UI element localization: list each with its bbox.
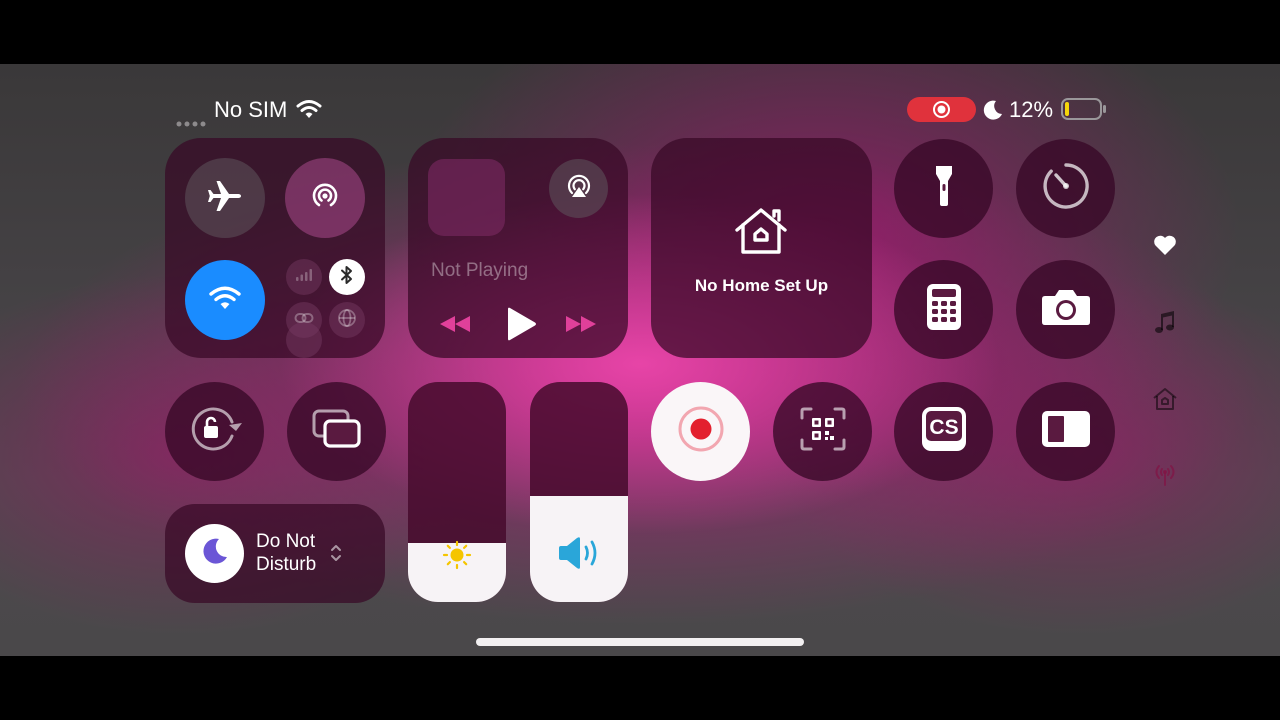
calculator-icon <box>926 283 962 336</box>
battery-percentage: 12% <box>1009 97 1054 122</box>
camera-icon <box>1041 288 1091 331</box>
rotation-lock-button[interactable] <box>165 382 264 481</box>
home-status-label: No Home Set Up <box>694 276 829 295</box>
calculator-button[interactable] <box>894 260 993 359</box>
dark-mode-button[interactable] <box>1016 382 1115 481</box>
code-scanner-button[interactable] <box>773 382 872 481</box>
globe-icon <box>337 308 357 333</box>
screen-recording-indicator[interactable] <box>907 97 976 122</box>
home-indicator-bar[interactable] <box>476 638 804 646</box>
now-playing-label: Not Playing <box>431 260 529 281</box>
vpn-button[interactable] <box>329 302 365 338</box>
carrier-label: No SIM <box>214 97 288 122</box>
airplane-mode-button[interactable] <box>185 158 265 238</box>
personal-hotspot-button[interactable] <box>286 302 322 338</box>
timer-icon <box>1041 161 1091 216</box>
heart-icon[interactable] <box>1152 232 1178 258</box>
cellular-icon <box>295 268 313 287</box>
timer-button[interactable] <box>1016 139 1115 238</box>
control-center: No SIM 12% Not Playing No Home Set Up CS… <box>0 64 1280 656</box>
volume-slider[interactable] <box>530 382 628 602</box>
antenna-icon[interactable] <box>1152 462 1178 488</box>
cs-icon: CS <box>921 406 967 457</box>
battery-icon <box>1061 98 1107 120</box>
moon-icon <box>200 536 230 571</box>
wifi-status-icon <box>296 98 322 120</box>
record-icon <box>677 405 725 458</box>
dark-mode-icon <box>1041 410 1091 453</box>
cellular-data-button-top[interactable] <box>286 259 322 295</box>
speaker-icon <box>530 536 628 570</box>
bluetooth-button[interactable] <box>329 259 365 295</box>
link-icon <box>294 310 314 331</box>
brightness-icon <box>408 540 506 570</box>
rotation-lock-icon <box>188 406 242 457</box>
focus-label-line2: Disturb <box>256 554 317 575</box>
previous-track-button[interactable] <box>438 314 472 334</box>
svg-text:CS: CS <box>929 416 958 439</box>
flashlight-button[interactable] <box>894 139 993 238</box>
music-note-icon[interactable] <box>1152 309 1178 335</box>
qr-code-icon <box>799 406 847 457</box>
flashlight-icon <box>934 164 954 213</box>
home-icon-large <box>733 206 789 258</box>
airplay-button[interactable] <box>549 159 608 218</box>
cellular-signal-dots <box>176 114 208 127</box>
wifi-button[interactable] <box>185 260 265 340</box>
chevron-up-down-icon[interactable] <box>330 544 342 562</box>
play-button[interactable] <box>505 307 537 341</box>
focus-label-line1: Do Not <box>256 531 316 552</box>
bluetooth-icon <box>340 265 354 290</box>
next-track-button[interactable] <box>564 314 598 334</box>
airplay-icon <box>564 171 594 206</box>
airplane-icon <box>207 178 243 219</box>
screen-mirroring-button[interactable] <box>287 382 386 481</box>
moon-icon <box>982 99 1004 121</box>
airdrop-icon <box>308 179 342 218</box>
screen-mirroring-icon <box>312 409 362 454</box>
wifi-icon <box>208 284 242 317</box>
home-icon[interactable] <box>1152 386 1178 412</box>
airdrop-button[interactable] <box>285 158 365 238</box>
screen-recording-button[interactable] <box>651 382 750 481</box>
brightness-slider[interactable] <box>408 382 506 602</box>
camera-button[interactable] <box>1016 260 1115 359</box>
album-artwork-placeholder <box>428 159 505 236</box>
focus-icon-button[interactable] <box>185 524 244 583</box>
cs-app-button[interactable]: CS <box>894 382 993 481</box>
